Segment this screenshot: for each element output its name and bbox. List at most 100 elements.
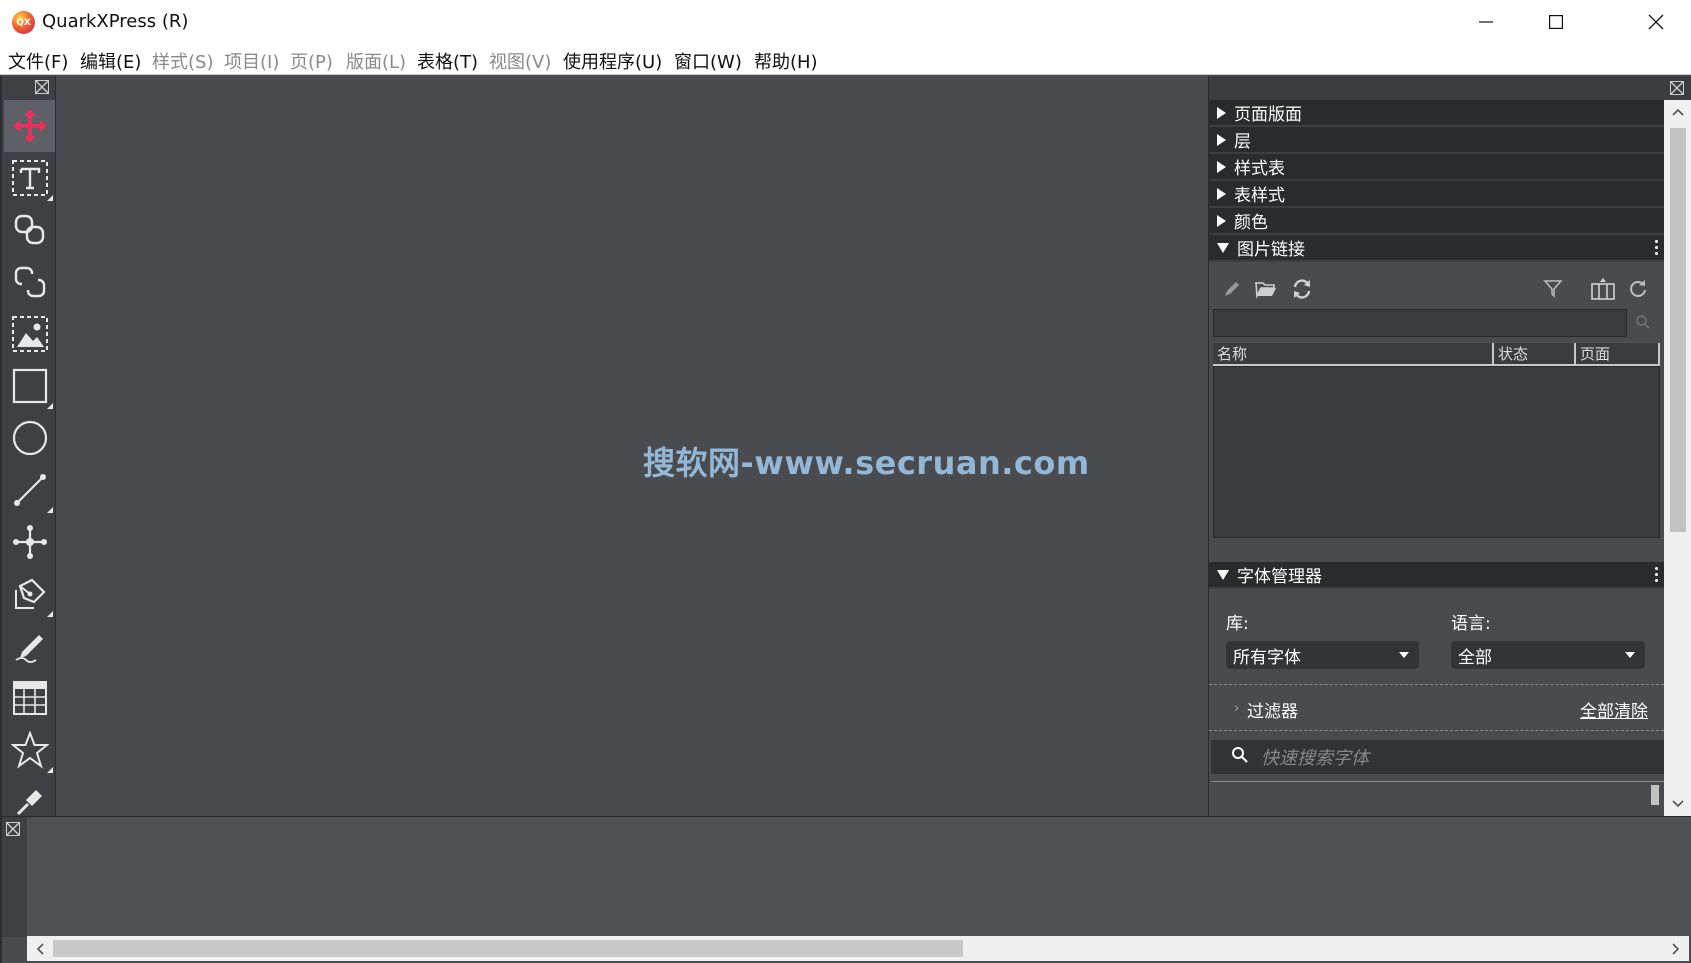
- refresh-icon: [1630, 280, 1646, 297]
- text-unlinking-icon: [14, 266, 46, 298]
- flyout-indicator: [47, 767, 53, 773]
- scroll-right-icon[interactable]: [1667, 940, 1685, 957]
- clear-all-link[interactable]: 全部清除: [1580, 697, 1648, 722]
- section-colors[interactable]: 颜色: [1209, 208, 1664, 234]
- flyout-indicator: [47, 403, 53, 409]
- edit-pencil-icon: [1225, 282, 1239, 296]
- menu-view[interactable]: 视图(V): [489, 48, 551, 74]
- menu-style[interactable]: 样式(S): [152, 48, 213, 74]
- scroll-down-icon[interactable]: [1670, 796, 1686, 812]
- right-palette-dock: 页面版面 层 样式表 表样式 颜色 图片链接 名称 状态 页面 字体管理器 库:…: [1208, 76, 1691, 816]
- right-panel-scrollbar[interactable]: [1664, 100, 1691, 816]
- palette-grip-icon[interactable]: [34, 79, 50, 95]
- picture-links-list[interactable]: [1213, 366, 1660, 538]
- tool-eyedropper[interactable]: [4, 776, 55, 816]
- library-label: 库:: [1226, 614, 1249, 634]
- menu-page[interactable]: 页(P): [290, 48, 333, 74]
- section-style-sheets[interactable]: 样式表: [1209, 154, 1664, 180]
- font-quick-search-input[interactable]: 快速搜索字体: [1211, 740, 1664, 774]
- open-folder-button[interactable]: [1253, 276, 1279, 302]
- menu-utilities[interactable]: 使用程序(U): [563, 48, 662, 74]
- column-header-status[interactable]: 状态: [1494, 343, 1576, 365]
- language-select[interactable]: 全部: [1451, 641, 1645, 669]
- filter-toggle[interactable]: 过滤器: [1247, 697, 1298, 722]
- menu-file[interactable]: 文件(F): [8, 48, 68, 74]
- move-icon: [13, 109, 47, 143]
- section-label: 表样式: [1234, 186, 1285, 206]
- chevron-right-icon[interactable]: ›: [1234, 701, 1239, 716]
- relink-button[interactable]: [1289, 276, 1315, 302]
- column-header-name[interactable]: 名称: [1213, 343, 1494, 365]
- tool-text-unlinking[interactable]: [4, 256, 55, 308]
- tool-bezier-pen[interactable]: [4, 568, 55, 620]
- section-page-layout[interactable]: 页面版面: [1209, 100, 1664, 126]
- maximize-button[interactable]: [1521, 0, 1591, 44]
- expand-triangle-icon: [1217, 214, 1226, 227]
- expand-triangle-icon: [1217, 133, 1226, 146]
- library-select-value: 所有字体: [1233, 647, 1301, 668]
- columns-icon: [1591, 278, 1615, 300]
- bottom-palette-strip: [2, 817, 27, 937]
- tool-bezier-point[interactable]: [4, 516, 55, 568]
- tool-line[interactable]: [4, 464, 55, 516]
- line-icon: [14, 474, 46, 506]
- inner-scrollbar-thumb[interactable]: [1651, 785, 1659, 805]
- scrollbar-thumb[interactable]: [53, 940, 963, 957]
- tool-star[interactable]: [4, 724, 55, 776]
- menu-window[interactable]: 窗口(W): [674, 48, 742, 74]
- chevron-down-icon: [1399, 652, 1409, 658]
- maximize-icon: [1549, 15, 1563, 29]
- panel-menu-icon[interactable]: [1655, 240, 1658, 255]
- tool-oval-box[interactable]: [4, 412, 55, 464]
- edit-pencil-button[interactable]: [1219, 276, 1245, 302]
- section-picture-links[interactable]: 图片链接: [1209, 235, 1664, 261]
- expand-triangle-icon: [1217, 106, 1226, 119]
- panel-menu-icon[interactable]: [1655, 567, 1658, 582]
- section-label: 页面版面: [1234, 105, 1302, 125]
- scroll-up-icon[interactable]: [1670, 104, 1686, 120]
- columns-button[interactable]: [1590, 276, 1616, 302]
- tool-table[interactable]: [4, 672, 55, 724]
- section-table-styles[interactable]: 表样式: [1209, 181, 1664, 207]
- library-select[interactable]: 所有字体: [1226, 641, 1419, 669]
- relink-icon: [1293, 279, 1311, 299]
- menu-layout[interactable]: 版面(L): [346, 48, 406, 74]
- language-label: 语言:: [1451, 614, 1491, 634]
- flyout-indicator: [47, 507, 53, 513]
- scrollbar-thumb[interactable]: [1670, 128, 1686, 532]
- font-manager-panel: 库: 语言: 所有字体 全部 › 过滤器 全部清除 快速搜索字体: [1209, 589, 1664, 816]
- tool-picture-content[interactable]: [4, 308, 55, 360]
- divider: [1209, 684, 1664, 685]
- divider: [1211, 781, 1664, 782]
- search-icon[interactable]: [1635, 314, 1651, 334]
- tool-freehand-pencil[interactable]: [4, 620, 55, 672]
- palette-grip-icon[interactable]: [6, 821, 20, 840]
- tool-palette: [2, 76, 56, 816]
- section-font-manager[interactable]: 字体管理器: [1209, 562, 1664, 588]
- minimize-icon: [1479, 21, 1493, 23]
- tool-text-linking[interactable]: [4, 204, 55, 256]
- refresh-button[interactable]: [1625, 276, 1651, 302]
- section-layers[interactable]: 层: [1209, 127, 1664, 153]
- palette-grip-icon[interactable]: [1670, 80, 1684, 99]
- picture-links-search-input[interactable]: [1213, 309, 1627, 337]
- close-button[interactable]: [1621, 0, 1691, 44]
- section-label: 图片链接: [1237, 240, 1305, 260]
- menu-item[interactable]: 项目(I): [224, 48, 279, 74]
- column-header-page[interactable]: 页面: [1576, 343, 1660, 365]
- filter-button[interactable]: [1540, 276, 1566, 302]
- tool-rectangle-box[interactable]: [4, 360, 55, 412]
- menu-help[interactable]: 帮助(H): [754, 48, 818, 74]
- horizontal-scrollbar[interactable]: [27, 936, 1689, 961]
- menu-table[interactable]: 表格(T): [417, 48, 478, 74]
- tool-move[interactable]: [4, 100, 55, 152]
- scroll-left-icon[interactable]: [31, 940, 49, 957]
- expand-triangle-icon: [1217, 160, 1226, 173]
- document-canvas[interactable]: 搜软网-www.secruan.com: [57, 76, 1208, 816]
- search-placeholder: 快速搜索字体: [1261, 748, 1369, 769]
- minimize-button[interactable]: [1451, 0, 1521, 44]
- menu-edit[interactable]: 编辑(E): [80, 48, 141, 74]
- section-label: 字体管理器: [1237, 567, 1322, 587]
- tool-text-content[interactable]: [4, 152, 55, 204]
- section-label: 层: [1234, 132, 1251, 152]
